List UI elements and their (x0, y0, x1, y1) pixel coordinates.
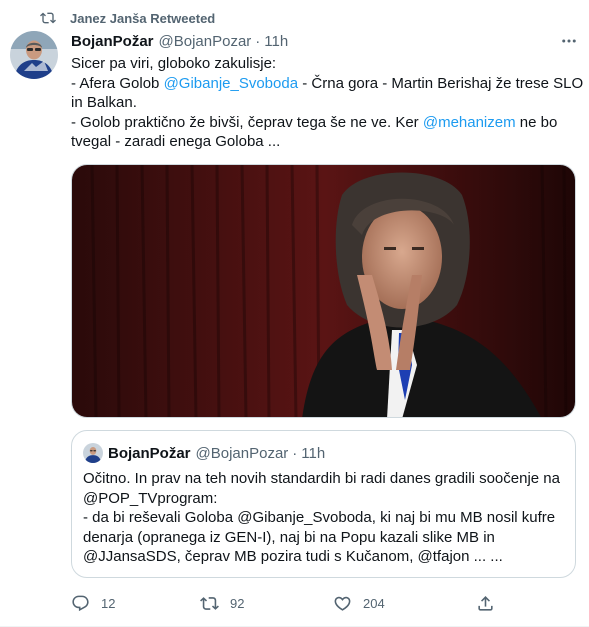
tweet-timestamp[interactable]: 11h (264, 33, 288, 50)
quoted-text-line: @POP_TVprogram: (83, 489, 218, 507)
text-segment: tvegal - zaradi enega Goloba ... (71, 133, 281, 150)
text-segment: in Balkan. (71, 94, 137, 111)
reply-icon (72, 595, 89, 611)
tweet-text-line: tvegal - zaradi enega Goloba ... (71, 132, 576, 152)
quoted-tweet-text: Očitno. In prav na teh novih standardih … (83, 469, 568, 567)
retweet-icon (200, 596, 219, 610)
author-name[interactable]: BojanPožar (71, 33, 154, 50)
reply-count: 12 (101, 595, 116, 611)
quoted-tweet-timestamp: 11h (301, 444, 326, 462)
author-avatar[interactable] (10, 31, 58, 79)
retweet-count: 92 (230, 595, 245, 611)
quoted-tweet[interactable]: BojanPožar @BojanPozar · 11h Očitno. In … (71, 430, 576, 578)
quoted-author-handle: @BojanPozar (195, 444, 289, 462)
author-handle[interactable]: @BojanPozar (159, 33, 252, 50)
header-separator: · (255, 32, 261, 50)
photo-image (72, 165, 575, 417)
mention-link[interactable]: @Gibanje_Svoboda (164, 75, 299, 92)
like-icon (334, 596, 351, 611)
quoted-avatar-image (83, 443, 103, 463)
quoted-text-line: denarja (opranega iz GEN-I), naj bi na P… (83, 528, 495, 546)
quoted-text-line: Očitno. In prav na teh novih standardih … (83, 470, 560, 487)
text-segment: - Afera Golob (71, 74, 164, 92)
like-count: 204 (363, 595, 385, 611)
retweet-banner[interactable]: Janez Janša Retweeted (40, 9, 215, 27)
mention-link[interactable]: @mehanizem (423, 114, 516, 131)
text-segment: ne bo (515, 113, 558, 131)
tweet[interactable]: Janez Janša Retweeted BojanPožar @BojanP… (0, 0, 589, 627)
tweet-actions: 12 92 204 (71, 591, 576, 615)
reply-button[interactable]: 12 (71, 591, 115, 615)
quoted-author-name: BojanPožar (108, 444, 191, 462)
text-segment: - Črna gora - Martin Berishaj že trese S… (298, 74, 584, 92)
quoted-text-line: - da bi reševali Goloba @Gibanje_Svoboda… (83, 509, 556, 527)
retweet-icon (40, 12, 56, 24)
share-icon (478, 595, 493, 611)
share-button[interactable] (476, 591, 495, 615)
more-icon (562, 39, 576, 43)
retweet-banner-text[interactable]: Janez Janša Retweeted (70, 11, 215, 26)
retweet-button[interactable]: 92 (200, 591, 244, 615)
tweet-text-line: - Golob praktično že bivši, čeprav tega … (71, 113, 576, 133)
quoted-header-separator: · (292, 444, 298, 462)
tweet-header: BojanPožar @BojanPozar · 11h (71, 31, 288, 51)
like-button[interactable]: 204 (333, 591, 385, 615)
tweet-text-line: Sicer pa viri, globoko zakulisje: (71, 54, 576, 74)
quoted-author-avatar (83, 443, 103, 463)
more-options-button[interactable] (559, 31, 579, 51)
quoted-text-line: @JJansaSDS, čeprav MB pozira tudi s Kuča… (83, 548, 503, 566)
text-segment: - Golob praktično že bivši, čeprav tega … (71, 113, 423, 131)
text-segment: Sicer pa viri, globoko zakulisje: (71, 55, 277, 72)
tweet-text: Sicer pa viri, globoko zakulisje: - Afera… (71, 54, 583, 152)
avatar-image (10, 31, 58, 79)
tweet-text-line: in Balkan. (71, 93, 576, 113)
quoted-tweet-header: BojanPožar @BojanPozar · 11h (83, 443, 325, 463)
tweet-text-line: - Afera Golob @Gibanje_Svoboda - Črna go… (71, 74, 583, 94)
tweet-photo[interactable] (71, 164, 576, 418)
